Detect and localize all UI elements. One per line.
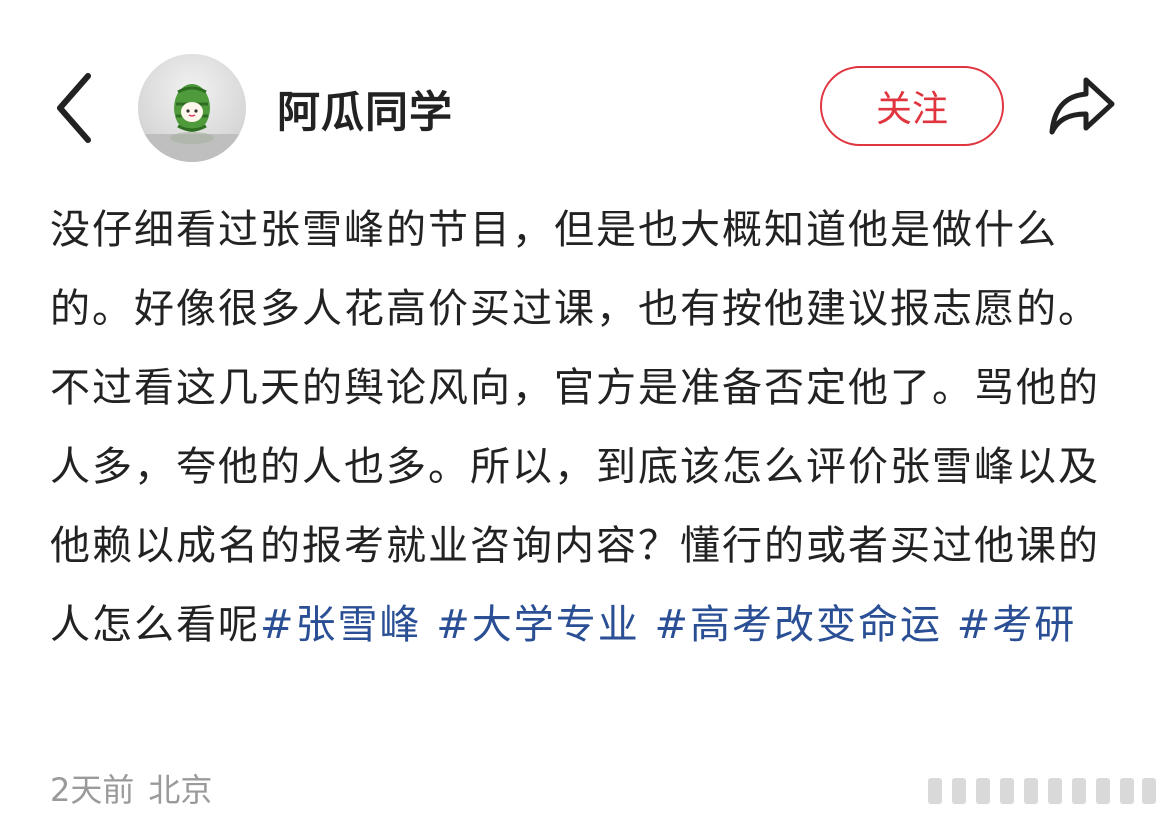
hashtag-kaoyan[interactable]: #考研 bbox=[957, 602, 1077, 648]
watermelon-avatar-image bbox=[138, 54, 246, 162]
hashtag-zhangxuefeng[interactable]: #张雪峰 bbox=[260, 602, 422, 648]
username[interactable]: 阿瓜同学 bbox=[277, 78, 453, 140]
post-meta: 2天前 北京 bbox=[50, 765, 226, 811]
share-arrow-icon bbox=[1049, 77, 1115, 135]
post-body: 没仔细看过张雪峰的节目，但是也大概知道他是做什么的。好像很多人花高价买过课，也有… bbox=[50, 191, 1130, 665]
share-button[interactable] bbox=[1046, 72, 1118, 140]
hashtag-university-major[interactable]: #大学专业 bbox=[436, 602, 640, 648]
post-header: 阿瓜同学 关注 bbox=[0, 0, 1169, 175]
chevron-left-icon bbox=[57, 73, 91, 143]
back-button[interactable] bbox=[50, 70, 100, 146]
post-time: 2天前 bbox=[50, 771, 135, 809]
post-location: 北京 bbox=[148, 771, 213, 809]
hashtag-gaokao-fate[interactable]: #高考改变命运 bbox=[654, 602, 942, 648]
post-text: 没仔细看过张雪峰的节目，但是也大概知道他是做什么的。好像很多人花高价买过课，也有… bbox=[50, 207, 1100, 648]
pagination-indicator-icon bbox=[928, 778, 1156, 804]
follow-button[interactable]: 关注 bbox=[820, 66, 1004, 146]
avatar[interactable] bbox=[138, 54, 246, 162]
